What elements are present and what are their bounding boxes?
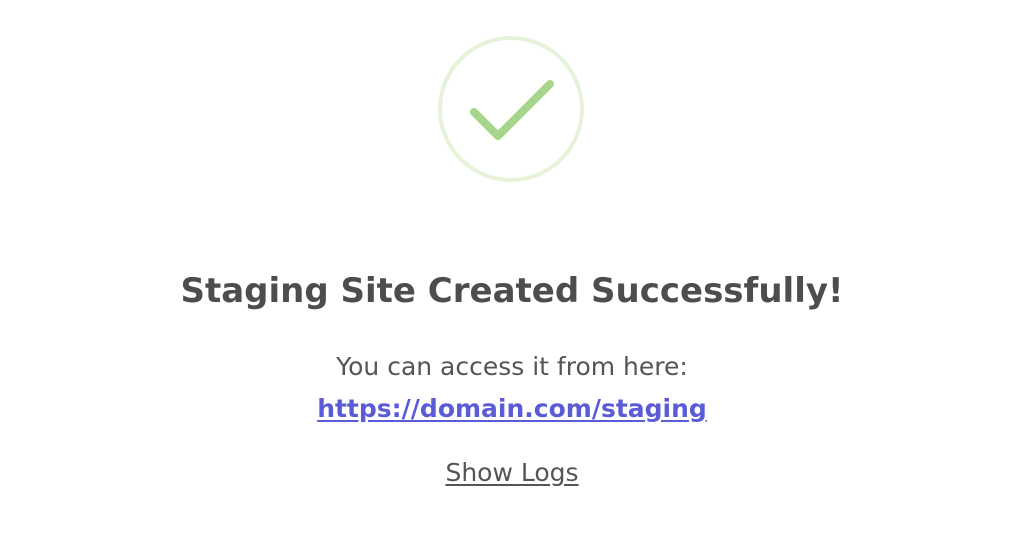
access-instructions: You can access it from here:	[336, 352, 688, 381]
checkmark-circle-icon	[437, 35, 585, 183]
staging-link-container: https://domain.com/staging	[0, 391, 1024, 427]
success-panel: Staging Site Created Successfully! You c…	[0, 0, 1024, 534]
show-logs-container: Show Logs	[0, 456, 1024, 490]
staging-site-link[interactable]: https://domain.com/staging	[317, 394, 707, 423]
success-title: Staging Site Created Successfully!	[180, 271, 844, 311]
show-logs-link[interactable]: Show Logs	[445, 458, 578, 487]
